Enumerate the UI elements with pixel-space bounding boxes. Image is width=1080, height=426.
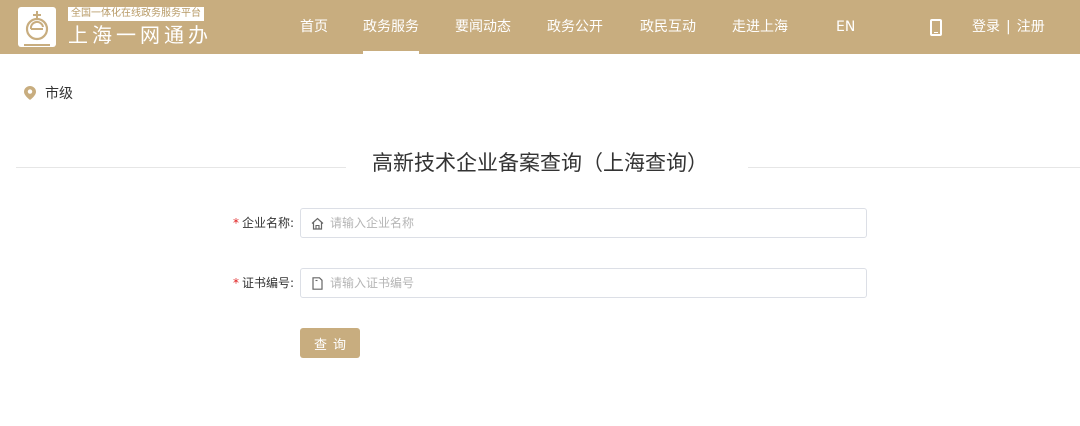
certificate-number-label-text: 证书编号: (241, 276, 294, 290)
logo-name: 上海一网通办 (68, 23, 212, 47)
company-name-label-text: 企业名称: (241, 216, 294, 230)
logo-slogan: 全国一体化在线政务服务平台 (68, 7, 204, 21)
pin-icon (24, 86, 36, 100)
certificate-number-label: * 证书编号: (233, 268, 294, 298)
certificate-number-field (300, 268, 867, 298)
required-mark: * (232, 216, 239, 230)
company-name-field (300, 208, 867, 238)
home-icon (311, 217, 324, 230)
login-link[interactable]: 登录 (972, 19, 1000, 35)
nav-home[interactable]: 首页 (300, 0, 328, 54)
register-link[interactable]: 注册 (1017, 19, 1045, 35)
nav-government-affairs[interactable]: 政务公开 (547, 0, 603, 54)
document-icon (312, 277, 323, 290)
query-button[interactable]: 查询 (300, 328, 360, 358)
logo-emblem-icon (18, 7, 56, 47)
auth-links: 登录 | 注册 (972, 0, 1045, 54)
location-label: 市级 (45, 86, 73, 102)
nav-interaction[interactable]: 政民互动 (640, 0, 696, 54)
company-name-row: * 企业名称: (0, 208, 1080, 238)
phone-icon[interactable] (930, 19, 942, 36)
certificate-number-input[interactable] (330, 269, 860, 297)
page-title-text: 高新技术企业备案查询（上海查询） (354, 151, 726, 175)
nav-government-services[interactable]: 政务服务 (363, 0, 419, 54)
page-title: 高新技术企业备案查询（上海查询） (0, 148, 1080, 178)
nav-news[interactable]: 要闻动态 (455, 0, 511, 54)
nav-english[interactable]: EN (836, 0, 855, 54)
location-selector[interactable]: 市级 (24, 84, 73, 102)
required-mark: * (232, 276, 239, 290)
auth-separator: | (1006, 19, 1011, 35)
company-name-label: * 企业名称: (233, 208, 294, 238)
nav-about-shanghai[interactable]: 走进上海 (732, 0, 788, 54)
company-name-input[interactable] (330, 209, 860, 237)
top-header: 全国一体化在线政务服务平台 上海一网通办 首页 政务服务 要闻动态 政务公开 政… (0, 0, 1080, 54)
certificate-number-row: * 证书编号: (0, 268, 1080, 298)
